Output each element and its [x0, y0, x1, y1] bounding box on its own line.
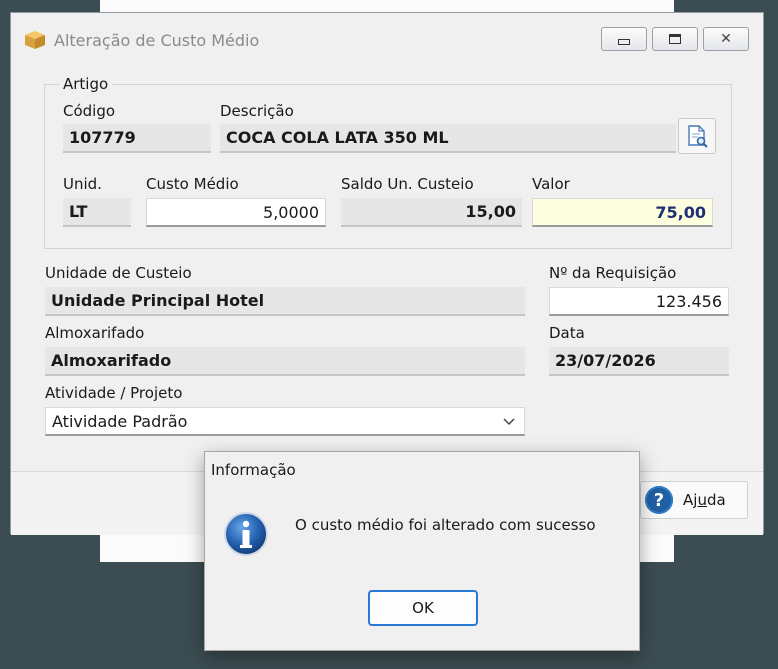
codigo-value: 107779 — [69, 128, 136, 147]
close-icon: ✕ — [720, 31, 732, 47]
info-dialog: Informação O custo médio foi alterado co… — [204, 451, 640, 651]
data-field: 23/07/2026 — [549, 347, 729, 376]
title-bar: Alteração de Custo Médio ✕ — [11, 13, 763, 51]
info-icon — [224, 512, 268, 556]
requisicao-input[interactable]: 123.456 — [549, 287, 729, 316]
maximize-icon — [669, 34, 681, 44]
dialog-message: O custo médio foi alterado com sucesso — [295, 516, 596, 534]
dialog-body: O custo médio foi alterado com sucesso — [205, 488, 639, 580]
close-button[interactable]: ✕ — [703, 27, 749, 51]
maximize-button[interactable] — [652, 27, 698, 51]
almoxarifado-value: Almoxarifado — [51, 351, 172, 370]
custo-medio-input[interactable]: 5,0000 — [146, 198, 326, 227]
box-icon — [25, 31, 45, 49]
descricao-label: Descrição — [220, 102, 294, 120]
atividade-label: Atividade / Projeto — [45, 384, 183, 402]
artigo-legend: Artigo — [63, 75, 109, 93]
unidade-custeio-value: Unidade Principal Hotel — [51, 291, 265, 310]
unid-value: LT — [69, 202, 88, 221]
minimize-icon — [618, 39, 630, 45]
unid-label: Unid. — [63, 175, 102, 193]
dialog-title: Informação — [211, 461, 296, 479]
unidade-custeio-label: Unidade de Custeio — [45, 264, 192, 282]
requisicao-value: 123.456 — [655, 291, 722, 311]
help-label: Ajuda — [683, 491, 726, 509]
requisicao-label: Nº da Requisição — [549, 264, 677, 282]
search-document-icon — [688, 125, 708, 148]
window-title: Alteração de Custo Médio — [54, 31, 260, 50]
atividade-select[interactable]: Atividade Padrão — [45, 407, 525, 436]
background-window-top — [100, 0, 674, 12]
codigo-field: 107779 — [63, 124, 211, 153]
valor-value: 75,00 — [655, 202, 706, 222]
atividade-value: Atividade Padrão — [52, 411, 188, 431]
saldo-field: 15,00 — [341, 198, 522, 227]
ok-label: OK — [412, 599, 434, 617]
data-label: Data — [549, 324, 585, 342]
unidade-custeio-field: Unidade Principal Hotel — [45, 287, 525, 316]
valor-label: Valor — [532, 175, 570, 193]
saldo-label: Saldo Un. Custeio — [341, 175, 474, 193]
chevron-down-icon — [503, 418, 515, 426]
almoxarifado-label: Almoxarifado — [45, 324, 145, 342]
data-value: 23/07/2026 — [555, 351, 656, 370]
custo-medio-value: 5,0000 — [263, 202, 319, 222]
saldo-value: 15,00 — [465, 202, 516, 221]
almoxarifado-field: Almoxarifado — [45, 347, 525, 376]
ok-button[interactable]: OK — [368, 590, 478, 626]
unid-field: LT — [63, 198, 131, 227]
help-icon: ? — [645, 486, 673, 514]
lookup-button[interactable] — [678, 118, 716, 154]
valor-field: 75,00 — [532, 198, 713, 227]
minimize-button[interactable] — [601, 27, 647, 51]
codigo-label: Código — [63, 102, 116, 120]
descricao-field: COCA COLA LATA 350 ML — [220, 124, 676, 153]
custo-medio-label: Custo Médio — [146, 175, 239, 193]
descricao-value: COCA COLA LATA 350 ML — [226, 128, 449, 147]
help-button[interactable]: ? Ajuda — [640, 481, 748, 519]
